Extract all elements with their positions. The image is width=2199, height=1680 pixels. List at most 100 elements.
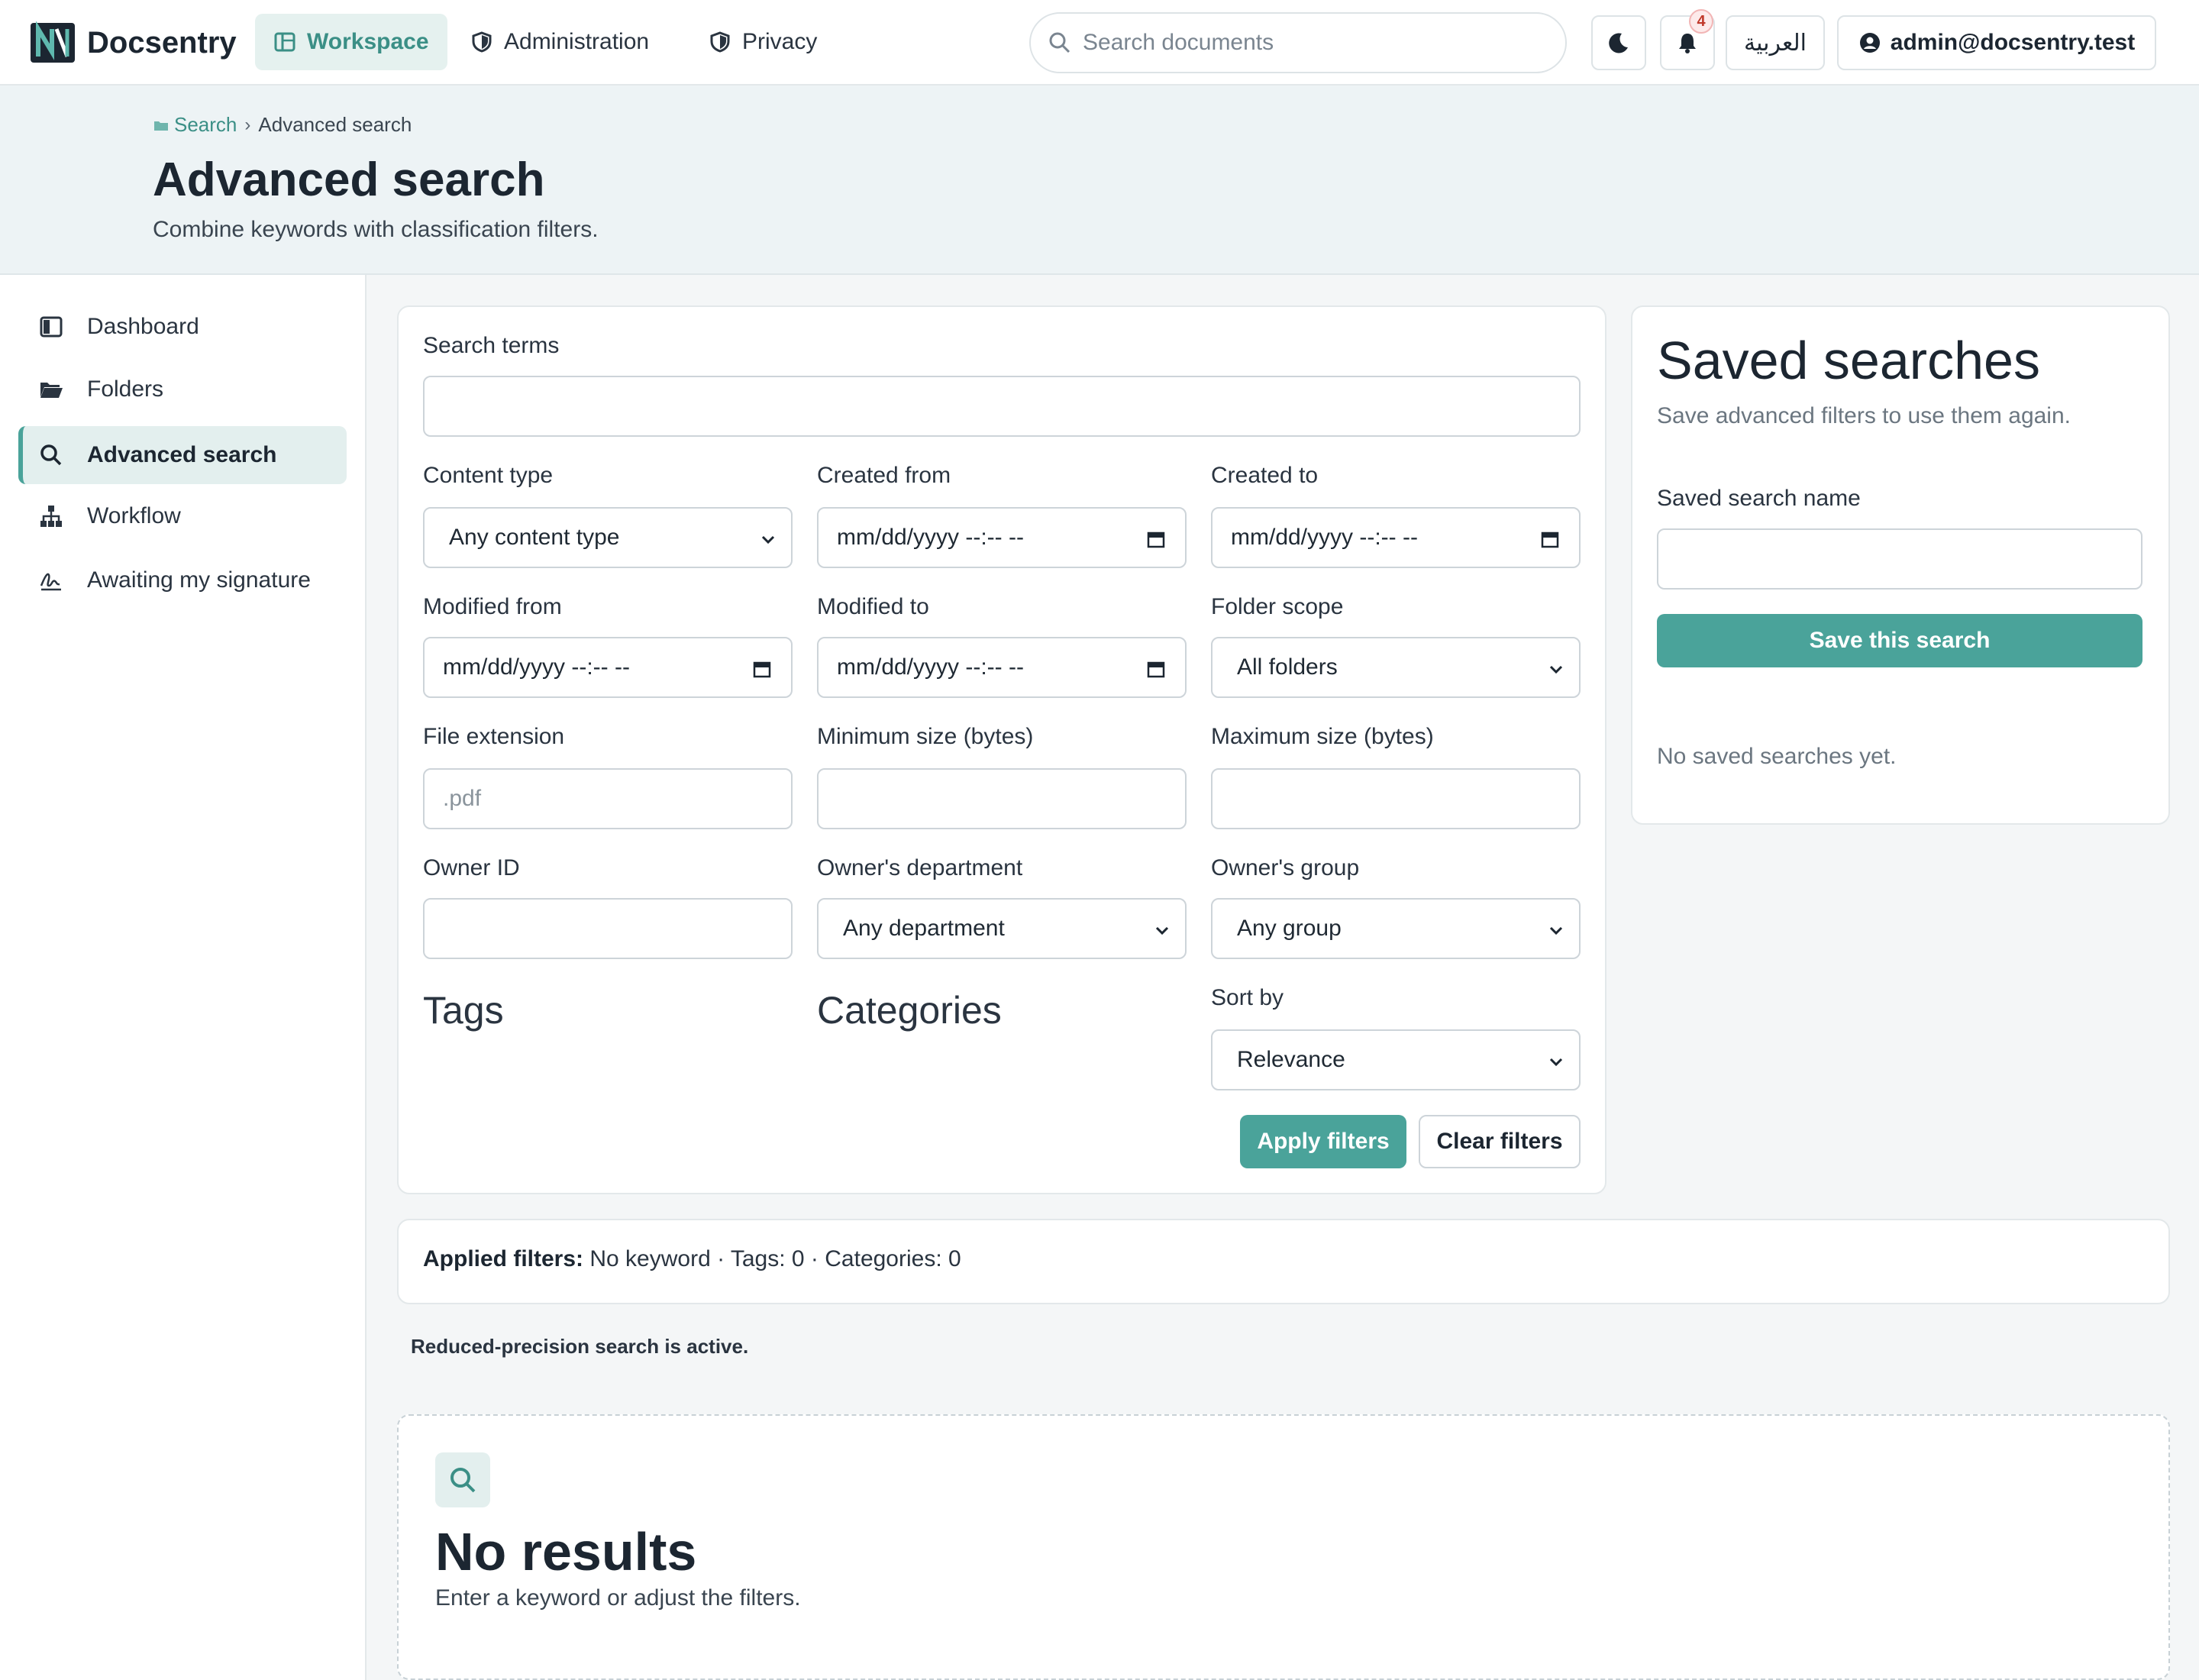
clear-filters-button[interactable]: Clear filters bbox=[1419, 1115, 1581, 1168]
language-button[interactable]: العربية bbox=[1726, 15, 1825, 70]
owner-id-input[interactable] bbox=[423, 898, 793, 959]
search-terms-label: Search terms bbox=[423, 333, 560, 358]
moon-icon bbox=[1609, 33, 1628, 53]
sort-by-select[interactable]: Relevance bbox=[1211, 1029, 1581, 1090]
sidebar-item-label: Folders bbox=[87, 376, 164, 402]
applied-filters-label: Applied filters: bbox=[423, 1246, 584, 1271]
sidebar: Dashboard Folders Advanced search Workfl… bbox=[0, 275, 366, 1680]
file-extension-placeholder: .pdf bbox=[443, 786, 482, 811]
docsentry-logo bbox=[31, 21, 75, 63]
owner-group-select[interactable]: Any group bbox=[1211, 898, 1581, 959]
shield-icon bbox=[709, 31, 731, 53]
sidebar-item-folders[interactable]: Folders bbox=[18, 360, 347, 418]
breadcrumb: Search › Advanced search bbox=[153, 113, 412, 137]
saved-searches-title: Saved searches bbox=[1657, 331, 2040, 390]
brand-name: Docsentry bbox=[87, 25, 237, 60]
owner-department-label: Owner's department bbox=[817, 855, 1023, 880]
sidebar-item-label: Advanced search bbox=[87, 442, 277, 467]
categories-heading: Categories bbox=[817, 989, 1002, 1032]
sort-by-label: Sort by bbox=[1211, 985, 1284, 1010]
sidebar-item-dashboard[interactable]: Dashboard bbox=[18, 298, 347, 356]
breadcrumb-current: Advanced search bbox=[258, 113, 412, 136]
modified-from-placeholder: mm/dd/yyyy --:-- -- bbox=[443, 654, 630, 680]
saved-search-name-label: Saved search name bbox=[1657, 486, 1861, 511]
user-menu-button[interactable]: admin@docsentry.test bbox=[1837, 15, 2156, 70]
workflow-icon bbox=[38, 503, 64, 529]
shield-icon bbox=[470, 31, 493, 53]
bell-icon bbox=[1679, 34, 1696, 53]
sidebar-item-awaiting-signature[interactable]: Awaiting my signature bbox=[18, 551, 347, 609]
owner-group-value: Any group bbox=[1237, 916, 1342, 941]
sort-by-value: Relevance bbox=[1237, 1047, 1345, 1072]
search-icon bbox=[1048, 31, 1072, 55]
applied-filters-value: No keyword · Tags: 0 · Categories: 0 bbox=[589, 1246, 961, 1271]
top-bar: Docsentry Workspace Administration Priva… bbox=[0, 0, 2199, 86]
calendar-icon[interactable] bbox=[1145, 528, 1167, 550]
brand[interactable]: Docsentry bbox=[29, 20, 237, 66]
chevron-right-icon: › bbox=[244, 114, 251, 135]
page-title: Advanced search bbox=[153, 153, 545, 206]
dashboard-icon bbox=[38, 314, 64, 340]
sidebar-item-label: Awaiting my signature bbox=[87, 567, 311, 593]
notification-count-badge: 4 bbox=[1689, 9, 1713, 34]
breadcrumb-search-link[interactable]: Search bbox=[174, 113, 237, 137]
search-terms-input[interactable] bbox=[423, 376, 1581, 437]
nav-administration[interactable]: Administration bbox=[452, 14, 667, 70]
sidebar-item-label: Dashboard bbox=[87, 314, 199, 339]
owner-department-select[interactable]: Any department bbox=[817, 898, 1187, 959]
owner-id-label: Owner ID bbox=[423, 855, 520, 880]
saved-search-name-input[interactable] bbox=[1657, 528, 2142, 590]
calendar-icon[interactable] bbox=[1145, 658, 1167, 680]
calendar-icon[interactable] bbox=[751, 658, 773, 680]
save-search-button[interactable]: Save this search bbox=[1657, 614, 2142, 667]
content-type-label: Content type bbox=[423, 463, 554, 488]
owner-department-value: Any department bbox=[843, 916, 1005, 941]
created-from-label: Created from bbox=[817, 463, 951, 488]
signature-icon bbox=[38, 567, 64, 593]
max-size-input[interactable] bbox=[1211, 768, 1581, 829]
modified-from-input[interactable]: mm/dd/yyyy --:-- -- bbox=[423, 637, 793, 698]
user-email: admin@docsentry.test bbox=[1890, 30, 2136, 55]
chevron-down-icon bbox=[1547, 921, 1565, 939]
modified-to-placeholder: mm/dd/yyyy --:-- -- bbox=[837, 654, 1024, 680]
calendar-icon[interactable] bbox=[1539, 528, 1561, 550]
created-from-input[interactable]: mm/dd/yyyy --:-- -- bbox=[817, 507, 1187, 568]
modified-to-label: Modified to bbox=[817, 594, 929, 619]
no-results-title: No results bbox=[435, 1522, 697, 1581]
folder-scope-select[interactable]: All folders bbox=[1211, 637, 1581, 698]
owner-group-label: Owner's group bbox=[1211, 855, 1360, 880]
folder-scope-value: All folders bbox=[1237, 654, 1338, 680]
applied-filters: Applied filters: No keyword · Tags: 0 · … bbox=[423, 1246, 961, 1272]
file-extension-input[interactable]: .pdf bbox=[423, 768, 793, 829]
file-extension-label: File extension bbox=[423, 724, 565, 749]
apply-filters-button[interactable]: Apply filters bbox=[1240, 1115, 1406, 1168]
created-to-input[interactable]: mm/dd/yyyy --:-- -- bbox=[1211, 507, 1581, 568]
min-size-label: Minimum size (bytes) bbox=[817, 724, 1034, 749]
search-icon bbox=[435, 1452, 490, 1507]
nav-administration-label: Administration bbox=[504, 29, 650, 54]
content-type-select[interactable]: Any content type bbox=[423, 507, 793, 568]
search-icon bbox=[38, 442, 64, 468]
folder-icon bbox=[153, 117, 170, 134]
created-to-placeholder: mm/dd/yyyy --:-- -- bbox=[1231, 525, 1418, 550]
chevron-down-icon bbox=[1547, 1052, 1565, 1071]
sidebar-item-workflow[interactable]: Workflow bbox=[18, 487, 347, 545]
chevron-down-icon bbox=[759, 530, 777, 548]
no-results-subtitle: Enter a keyword or adjust the filters. bbox=[435, 1585, 801, 1611]
min-size-input[interactable] bbox=[817, 768, 1187, 829]
theme-toggle-button[interactable] bbox=[1591, 15, 1646, 70]
reduced-precision-notice: Reduced-precision search is active. bbox=[411, 1335, 749, 1358]
nav-privacy-label: Privacy bbox=[742, 29, 818, 54]
global-search-input[interactable]: Search documents bbox=[1029, 12, 1567, 73]
tags-heading: Tags bbox=[423, 989, 504, 1032]
content-type-value: Any content type bbox=[449, 525, 620, 550]
nav-privacy[interactable]: Privacy bbox=[690, 14, 835, 70]
sidebar-item-advanced-search[interactable]: Advanced search bbox=[18, 426, 347, 484]
chevron-down-icon bbox=[1153, 921, 1171, 939]
nav-workspace[interactable]: Workspace bbox=[255, 14, 447, 70]
layout-icon bbox=[273, 31, 296, 53]
created-to-label: Created to bbox=[1211, 463, 1319, 488]
folder-scope-label: Folder scope bbox=[1211, 594, 1344, 619]
modified-to-input[interactable]: mm/dd/yyyy --:-- -- bbox=[817, 637, 1187, 698]
created-from-placeholder: mm/dd/yyyy --:-- -- bbox=[837, 525, 1024, 550]
